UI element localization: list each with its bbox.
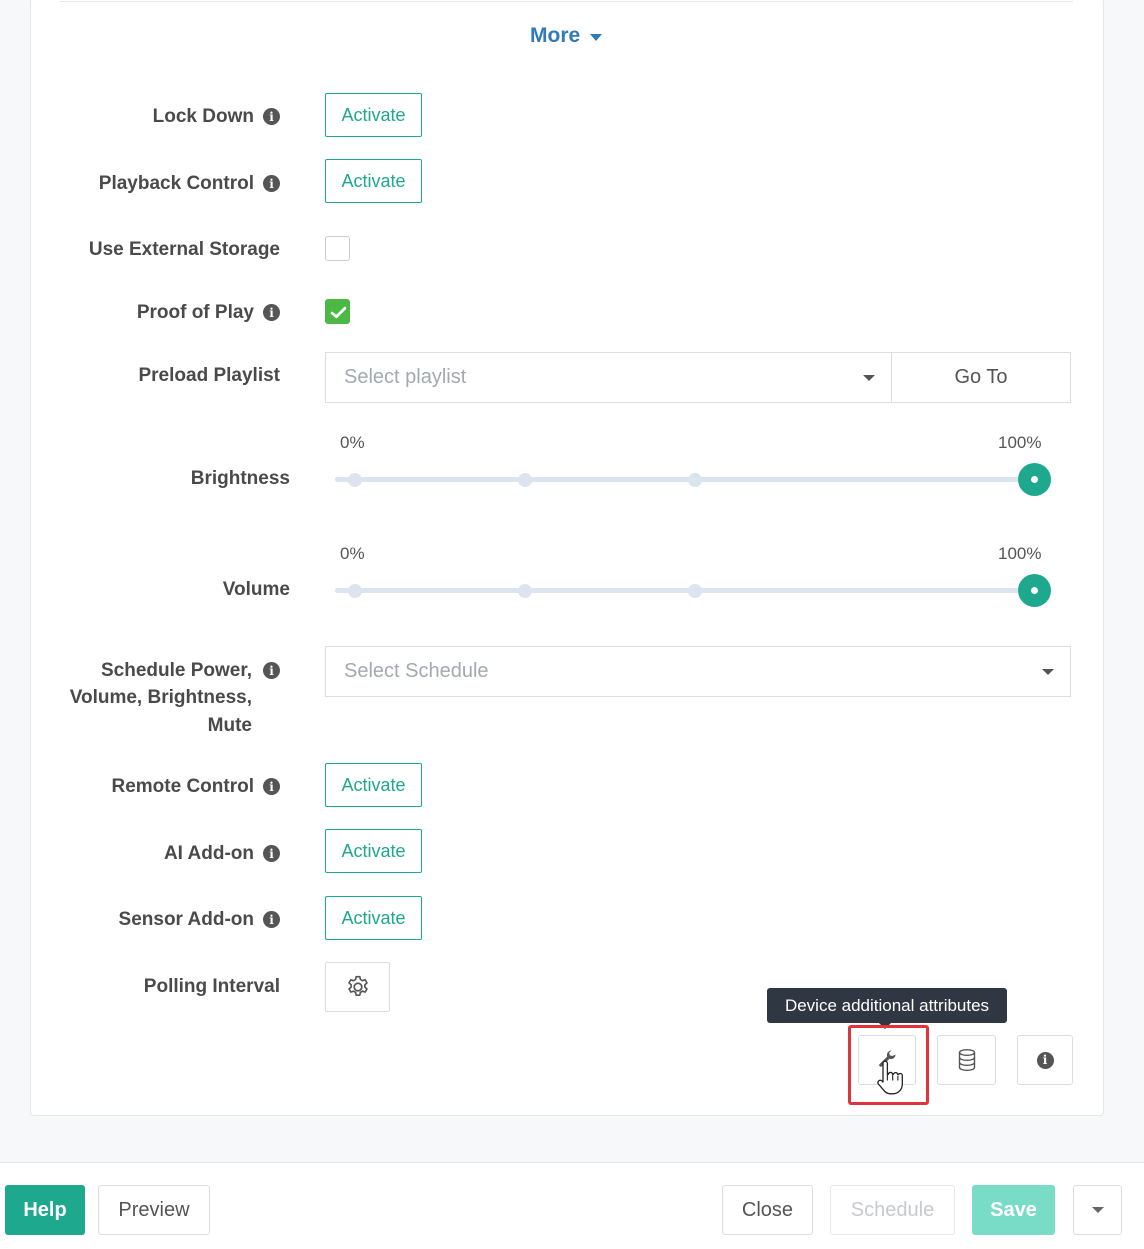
info-icon[interactable]: i [263, 845, 280, 862]
volume-slider-step[interactable] [348, 584, 362, 598]
lock-down-label: Lock Down [152, 106, 254, 127]
help-button[interactable]: Help [5, 1185, 85, 1235]
info-icon[interactable]: i [263, 175, 280, 192]
ai-addon-label: AI Add-on [163, 843, 254, 864]
info-icon: i [1036, 1051, 1054, 1069]
tooltip: Device additional attributes [767, 988, 1007, 1029]
brightness-slider-step[interactable] [518, 473, 532, 487]
volume-slider-handle[interactable] [1018, 574, 1051, 607]
info-icon[interactable]: i [263, 911, 280, 928]
caret-down-icon [1091, 1207, 1104, 1213]
playlist-select[interactable]: Select playlist [325, 352, 892, 403]
playback-control-label: Playback Control [98, 173, 254, 194]
info-icon[interactable]: i [263, 778, 280, 795]
go-to-button[interactable]: Go To [891, 352, 1071, 403]
remote-control-label: Remote Control [111, 776, 255, 797]
brightness-slider-step[interactable] [688, 473, 702, 487]
sensor-addon-label: Sensor Add-on [118, 909, 254, 930]
polling-interval-label: Polling Interval [143, 976, 280, 997]
divider [60, 1, 1073, 2]
volume-slider-step[interactable] [518, 584, 532, 598]
footer-bar: Help Preview Close Schedule Save [0, 1162, 1144, 1249]
schedule-label-line2: Volume, Brightness, [69, 687, 252, 708]
polling-interval-settings-button[interactable] [325, 962, 390, 1012]
playlist-select-placeholder: Select playlist [344, 366, 467, 388]
check-icon [330, 306, 347, 319]
gear-icon [347, 975, 368, 996]
volume-label: Volume [222, 579, 290, 600]
info-button[interactable]: i [1017, 1035, 1073, 1085]
save-options-dropdown[interactable] [1073, 1185, 1122, 1235]
volume-min-label: 0% [340, 544, 365, 563]
info-icon[interactable]: i [263, 662, 280, 679]
save-button[interactable]: Save [972, 1185, 1055, 1235]
use-external-storage-label: Use External Storage [88, 239, 280, 260]
volume-max-label: 100% [998, 544, 1042, 563]
info-icon[interactable]: i [263, 304, 280, 321]
schedule-select-placeholder: Select Schedule [344, 660, 489, 682]
info-icon[interactable]: i [263, 108, 280, 125]
preload-playlist-label: Preload Playlist [138, 365, 280, 386]
close-button[interactable]: Close [722, 1185, 813, 1235]
brightness-slider-handle[interactable] [1018, 463, 1051, 496]
highlight-box [848, 1025, 929, 1105]
brightness-slider-track[interactable] [335, 477, 1035, 482]
database-button[interactable] [937, 1035, 996, 1085]
use-external-storage-checkbox[interactable] [325, 236, 350, 261]
device-settings-panel [30, 0, 1104, 1116]
schedule-select[interactable]: Select Schedule [325, 646, 1071, 697]
preview-button[interactable]: Preview [98, 1185, 210, 1235]
playback-control-activate-button[interactable]: Activate [325, 159, 422, 203]
proof-of-play-label: Proof of Play [136, 302, 254, 323]
schedule-button[interactable]: Schedule [830, 1185, 955, 1235]
database-icon [958, 1049, 975, 1072]
caret-down-icon [863, 375, 875, 381]
more-toggle[interactable]: More [530, 24, 603, 48]
volume-slider-step[interactable] [688, 584, 702, 598]
caret-down-icon [1042, 669, 1054, 675]
volume-slider-track[interactable] [335, 588, 1035, 593]
more-label: More [530, 24, 581, 47]
remote-control-activate-button[interactable]: Activate [325, 763, 422, 807]
schedule-label-line3: Mute [207, 715, 252, 736]
brightness-max-label: 100% [998, 433, 1042, 452]
ai-addon-activate-button[interactable]: Activate [325, 829, 422, 873]
lock-down-activate-button[interactable]: Activate [325, 93, 422, 137]
caret-down-icon [590, 33, 603, 41]
brightness-slider-step[interactable] [348, 473, 362, 487]
proof-of-play-checkbox[interactable] [325, 299, 350, 324]
schedule-label-line1: Schedule Power, [101, 660, 252, 681]
brightness-min-label: 0% [340, 433, 365, 452]
sensor-addon-activate-button[interactable]: Activate [325, 896, 422, 940]
brightness-label: Brightness [190, 468, 290, 489]
